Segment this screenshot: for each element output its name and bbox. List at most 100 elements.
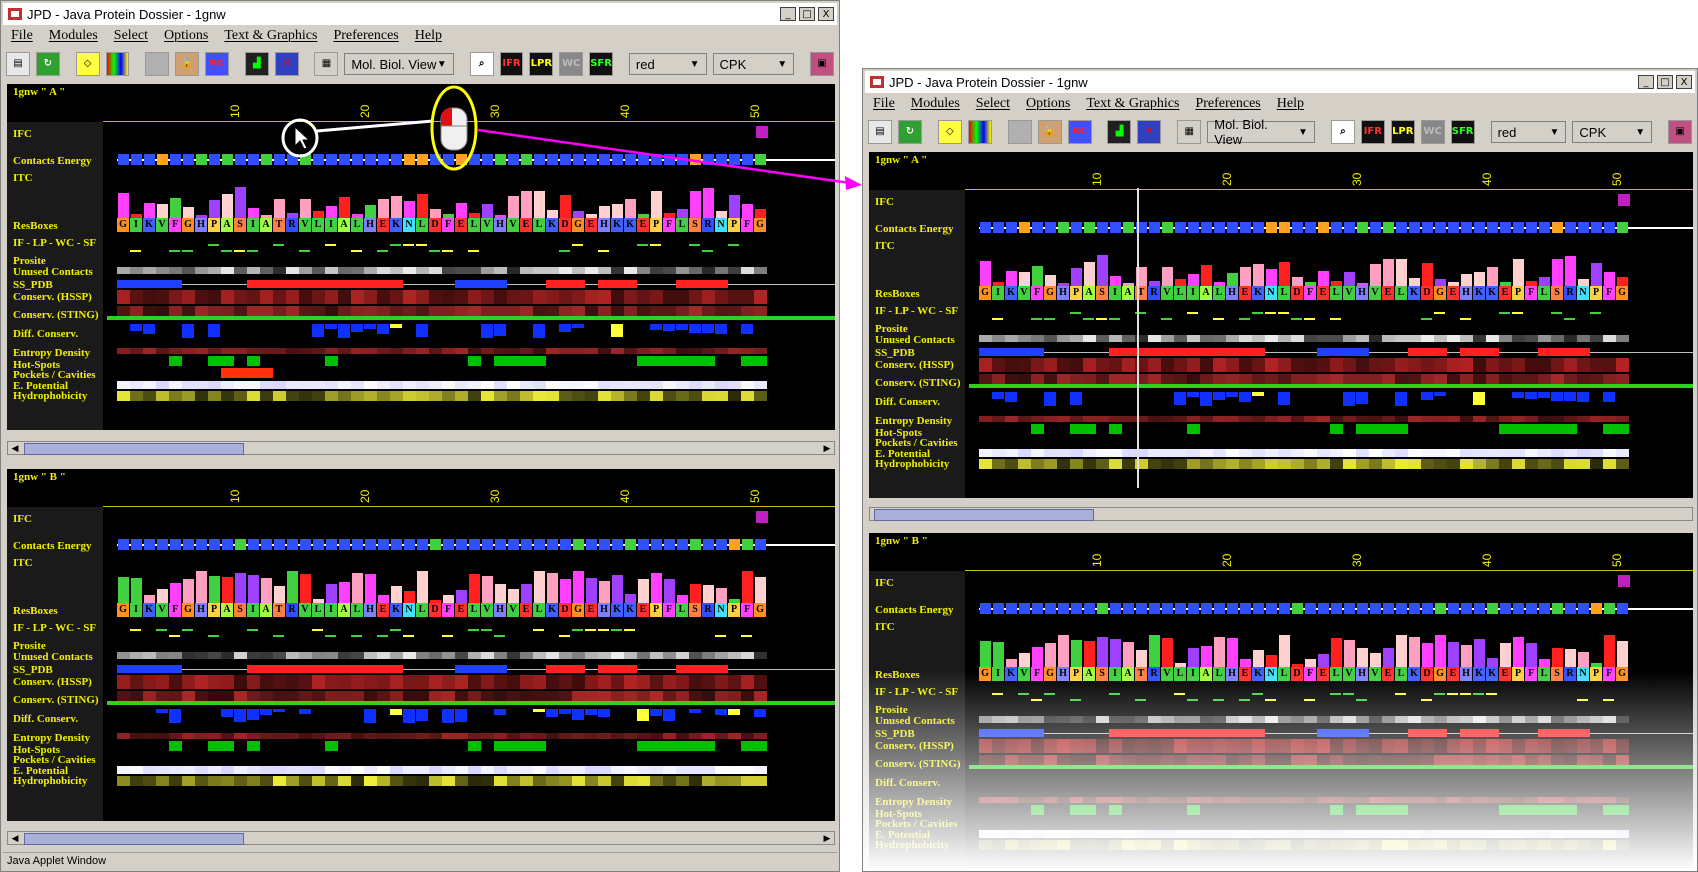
residue-box[interactable]: L [1174, 286, 1186, 300]
residue-box[interactable]: E [637, 603, 649, 617]
residue-box[interactable]: F [169, 218, 181, 232]
residue-box[interactable]: H [1226, 286, 1238, 300]
lock-icon[interactable]: 🔓 [175, 52, 200, 76]
residue-box[interactable]: I [325, 218, 337, 232]
residue-box[interactable]: E [455, 603, 467, 617]
residue-box[interactable]: E [585, 218, 597, 232]
residue-box[interactable]: N [1577, 286, 1589, 300]
residue-box[interactable]: T [273, 218, 285, 232]
residue-box[interactable]: G [754, 603, 766, 617]
residue-box[interactable]: F [442, 603, 454, 617]
chain-b-scrollbar[interactable]: ◀ ▶ [7, 831, 835, 845]
wc-icon[interactable]: WC [1420, 120, 1445, 144]
residue-box[interactable]: P [650, 603, 662, 617]
residue-box[interactable]: G [182, 218, 194, 232]
residue-box[interactable]: N [715, 218, 727, 232]
menu-help[interactable]: Help [415, 28, 442, 44]
menu-modules[interactable]: Modules [911, 96, 960, 112]
residue-box[interactable]: L [1330, 286, 1342, 300]
doc-icon[interactable] [1007, 120, 1032, 144]
residue-box[interactable]: N [403, 218, 415, 232]
residue-box[interactable]: E [520, 218, 532, 232]
residue-box[interactable]: D [1291, 286, 1303, 300]
residue-box[interactable]: V [507, 218, 519, 232]
menu-file[interactable]: File [11, 28, 33, 44]
residue-box[interactable]: I [992, 286, 1004, 300]
residue-box[interactable]: E [1447, 286, 1459, 300]
residue-box[interactable]: I [1187, 286, 1199, 300]
eraser-icon[interactable]: ◇ [937, 120, 962, 144]
residue-box[interactable]: L [676, 603, 688, 617]
residue-box[interactable]: D [429, 603, 441, 617]
maximize-button[interactable]: □ [799, 7, 815, 21]
menu-text-graphics[interactable]: Text & Graphics [224, 28, 317, 44]
residue-box[interactable]: P [1512, 286, 1524, 300]
scroll-right-icon[interactable]: ▶ [820, 442, 834, 454]
residue-box[interactable]: F [741, 218, 753, 232]
residue-box[interactable]: S [689, 218, 701, 232]
residue-box[interactable]: I [1109, 286, 1121, 300]
residue-box[interactable]: V [481, 218, 493, 232]
ifr-icon[interactable]: IFR [1360, 120, 1385, 144]
residue-box[interactable]: P [728, 218, 740, 232]
residue-box[interactable]: F [169, 603, 181, 617]
residue-box[interactable]: V [1161, 286, 1173, 300]
residue-box[interactable]: E [1317, 286, 1329, 300]
residue-box[interactable]: F [741, 603, 753, 617]
residue-box[interactable]: V [481, 603, 493, 617]
ifr-icon[interactable]: IFR [499, 52, 524, 76]
view-combo[interactable]: Mol. Biol. View ▼ [344, 53, 454, 75]
chain-a-scrollbar[interactable] [869, 507, 1693, 521]
residue-box[interactable]: K [390, 218, 402, 232]
residue-box[interactable]: L [1213, 286, 1225, 300]
menu-help[interactable]: Help [1277, 96, 1304, 112]
residue-box[interactable]: K [1486, 286, 1498, 300]
residue-box[interactable]: G [1434, 286, 1446, 300]
minimize-button[interactable]: _ [780, 7, 796, 21]
residue-box[interactable]: A [1200, 286, 1212, 300]
layout-icon[interactable]: ▦ [1177, 120, 1202, 144]
menu-options[interactable]: Options [164, 28, 208, 44]
scroll-left-icon[interactable]: ◀ [8, 442, 22, 454]
residue-box[interactable]: K [143, 218, 155, 232]
residue-box[interactable]: P [1070, 286, 1082, 300]
residue-box[interactable]: L [676, 218, 688, 232]
bc-icon[interactable]: BC [205, 52, 229, 76]
residue-box[interactable]: A [260, 603, 272, 617]
residue-box[interactable]: A [338, 603, 350, 617]
menu-select[interactable]: Select [114, 28, 148, 44]
book-icon[interactable]: ▣ [1668, 120, 1693, 144]
menu-options[interactable]: Options [1026, 96, 1070, 112]
residue-box[interactable]: R [286, 603, 298, 617]
residue-box[interactable]: H [364, 603, 376, 617]
printer-icon[interactable]: ▤ [6, 52, 30, 76]
residue-box[interactable]: L [351, 218, 363, 232]
residue-box[interactable]: L [533, 218, 545, 232]
residue-box[interactable]: P [650, 218, 662, 232]
residue-box[interactable]: L [1395, 286, 1407, 300]
residue-box[interactable]: L [312, 603, 324, 617]
residue-box[interactable]: G [1616, 286, 1628, 300]
residue-box[interactable]: F [663, 218, 675, 232]
menu-select[interactable]: Select [976, 96, 1010, 112]
residue-box[interactable]: G [572, 218, 584, 232]
grid-color-icon[interactable] [105, 52, 130, 76]
residue-box[interactable]: R [1148, 286, 1160, 300]
menu-modules[interactable]: Modules [49, 28, 98, 44]
residue-box[interactable]: A [260, 218, 272, 232]
residue-box[interactable]: E [637, 218, 649, 232]
scheme-combo[interactable]: CPK ▼ [1572, 121, 1653, 143]
residue-box[interactable]: E [1239, 286, 1251, 300]
residue-box[interactable]: F [442, 218, 454, 232]
residue-box[interactable]: S [234, 218, 246, 232]
residue-box[interactable]: S [1551, 286, 1563, 300]
residue-box[interactable]: E [377, 218, 389, 232]
residue-box[interactable]: V [299, 603, 311, 617]
residue-box[interactable]: K [143, 603, 155, 617]
chart-icon[interactable]: ▟ [1107, 120, 1132, 144]
residue-box[interactable]: H [195, 603, 207, 617]
residue-box[interactable]: E [520, 603, 532, 617]
bc-icon[interactable]: BC [1067, 120, 1092, 144]
residue-box[interactable]: G [117, 603, 129, 617]
residue-box[interactable]: N [715, 603, 727, 617]
